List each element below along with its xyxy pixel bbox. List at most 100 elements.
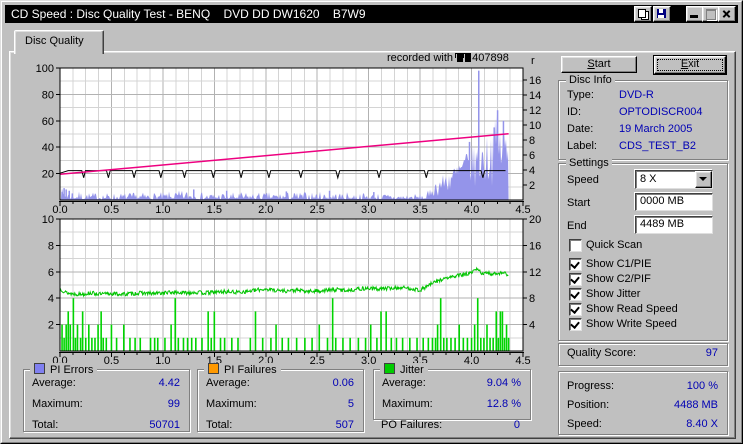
svg-text:8: 8	[529, 135, 535, 147]
pi-errors-title: PI Errors	[50, 364, 94, 376]
stat-label: Average:	[32, 377, 76, 389]
svg-text:4: 4	[529, 320, 535, 332]
pif-legend-swatch	[208, 363, 219, 374]
checkbox-label: Show Read Speed	[586, 303, 678, 315]
exit-button-label: Exit	[680, 58, 700, 70]
speed-value: 8 X	[640, 173, 657, 185]
svg-text:4: 4	[48, 293, 54, 305]
svg-text:4.0: 4.0	[464, 355, 479, 367]
svg-text:10: 10	[529, 120, 541, 132]
checkbox-box[interactable]	[569, 318, 582, 331]
svg-text:1.0: 1.0	[155, 355, 170, 367]
disc-info-value: OPTODISCR004	[619, 106, 703, 118]
save-button[interactable]	[653, 6, 671, 22]
stat-value: 50701	[149, 419, 180, 431]
svg-text:4: 4	[529, 165, 535, 177]
stat-label: Maximum:	[32, 398, 83, 410]
start-button[interactable]: Start	[561, 56, 637, 73]
svg-text:20: 20	[529, 214, 541, 226]
stat-label: Total:	[206, 419, 233, 431]
svg-text:80: 80	[42, 89, 54, 101]
start-field-value: 0000 MB	[640, 195, 685, 207]
stat-value: 12.8 %	[486, 398, 521, 410]
exit-button[interactable]: Exit	[653, 55, 727, 75]
svg-text:100: 100	[36, 63, 54, 75]
maximize-icon	[706, 9, 716, 20]
save-icon	[657, 9, 666, 18]
disc-info-label: Date:	[567, 123, 594, 135]
jitter-legend-swatch	[384, 363, 395, 374]
disc-info-value: 19 March 2005	[619, 123, 693, 135]
checkbox-label: Show Jitter	[586, 288, 641, 300]
progress-value: 100 %	[686, 380, 718, 392]
svg-text:60: 60	[42, 116, 54, 128]
pif-jitter-chart: 0.0 0.5 1.0 1.5 2.0 2.5 3.0 3.5 4.0 4.52468104812…	[42, 214, 541, 367]
disc-info-label: Label:	[567, 140, 597, 152]
jitter-title: Jitter	[400, 364, 424, 376]
svg-text:16: 16	[529, 75, 541, 87]
svg-text:6: 6	[529, 150, 535, 162]
pie-legend-swatch	[34, 363, 45, 374]
close-button[interactable]	[718, 6, 736, 22]
checkbox-label: Show C2/PIF	[586, 273, 651, 285]
svg-text:16: 16	[529, 240, 541, 252]
stat-label: Maximum:	[206, 398, 257, 410]
stat-value: 99	[167, 398, 180, 410]
nero-glyph-icon	[463, 53, 472, 62]
svg-text:8: 8	[48, 240, 54, 252]
stat-value: 507	[335, 419, 354, 431]
stat-value: 4.42	[158, 377, 180, 389]
progress-label: Progress:	[567, 380, 615, 392]
po-failures-value: 0	[513, 419, 520, 431]
jitter-legend: Jitter	[380, 363, 428, 376]
speed-readout-value: 8.40 X	[686, 418, 718, 430]
svg-text:12: 12	[529, 267, 541, 279]
end-label: End	[567, 220, 587, 232]
end-field[interactable]: 4489 MB	[635, 216, 713, 234]
checkbox-box[interactable]	[569, 273, 582, 286]
start-label: Start	[567, 197, 591, 209]
svg-text:12: 12	[529, 105, 541, 117]
start-button-label: Start	[587, 58, 611, 70]
stat-value: 0.06	[332, 377, 354, 389]
copy-button[interactable]	[634, 6, 652, 22]
stat-label: Average:	[382, 377, 426, 389]
group-disc-info: Disc Info Type: DVD-R ID: OPTODISCR004 D…	[558, 74, 728, 160]
po-failures-row: PO Failures: 0	[373, 419, 529, 433]
stat-value: 5	[347, 398, 354, 410]
svg-text:2.5: 2.5	[310, 355, 325, 367]
checkbox-box[interactable]	[569, 303, 582, 316]
group-jitter: Jitter Average: 9.04 % Maximum: 12.8 %	[373, 363, 531, 420]
window-title: CD Speed : Disc Quality Test - BENQ DVD …	[11, 7, 366, 21]
svg-text:2: 2	[529, 180, 535, 192]
stat-label: Total:	[32, 419, 59, 431]
disc-info-value: DVD-R	[619, 89, 654, 101]
stat-label: Maximum:	[382, 398, 433, 410]
chevron-down-icon	[699, 177, 707, 181]
svg-text:8: 8	[529, 293, 535, 305]
minimize-icon	[690, 15, 698, 18]
pi-errors-legend: PI Errors	[30, 363, 98, 376]
disc-info-label: ID:	[567, 106, 582, 118]
svg-text:3.0: 3.0	[361, 355, 376, 367]
position-label: Position:	[567, 399, 610, 411]
speed-combobox[interactable]: 8 X	[635, 170, 713, 189]
progress-panel: Progress: 100 % Position: 4488 MB Speed:…	[558, 371, 728, 435]
combo-dropdown-button[interactable]	[695, 171, 712, 188]
position-value: 4488 MB	[673, 399, 718, 411]
checkbox-box[interactable]	[569, 258, 582, 271]
tab-disc-quality[interactable]: Disc Quality	[14, 30, 104, 54]
svg-text:20: 20	[42, 169, 54, 181]
quality-score-value: 97	[705, 347, 718, 359]
group-settings: Settings Speed 8 X Start 0000 MB End 448…	[558, 157, 728, 341]
speed-readout-label: Speed:	[567, 418, 602, 430]
checkbox-box[interactable]	[569, 288, 582, 301]
tab-label: Disc Quality	[25, 35, 84, 47]
svg-text:40: 40	[42, 142, 54, 154]
start-field[interactable]: 0000 MB	[635, 193, 713, 211]
disc-info-label: Type:	[567, 89, 594, 101]
po-failures-label: PO Failures:	[381, 419, 443, 431]
checkbox-label: Show Write Speed	[586, 318, 677, 330]
svg-text:10: 10	[42, 214, 54, 226]
checkbox-box[interactable]	[569, 239, 582, 252]
